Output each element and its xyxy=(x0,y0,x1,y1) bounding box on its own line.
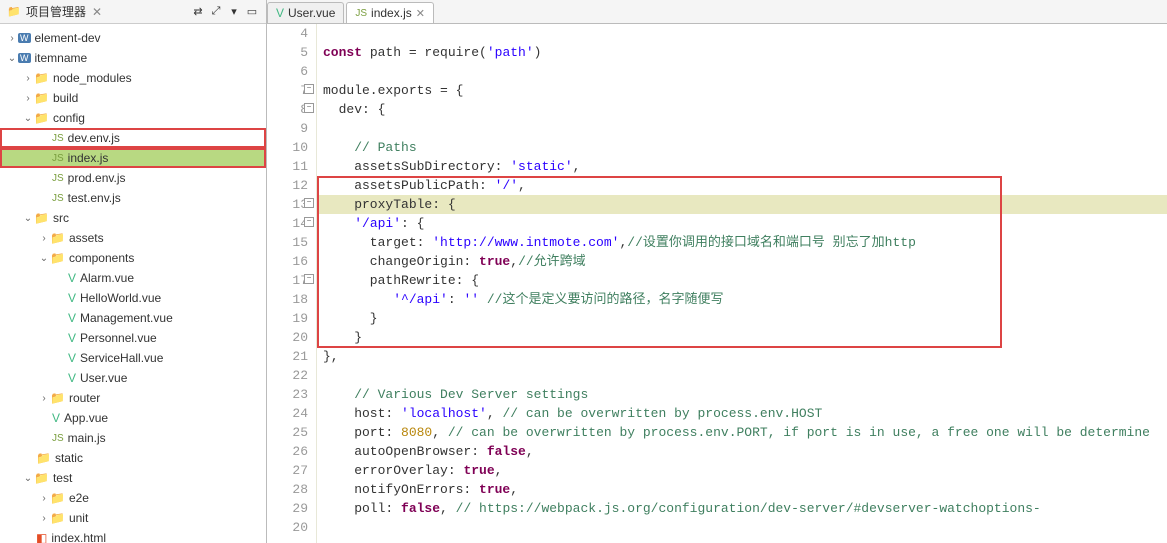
folder-icon: 📁 xyxy=(50,391,65,405)
js-file-icon: JS xyxy=(52,153,64,164)
vue-file-icon: V xyxy=(68,311,76,325)
tree-item-folder[interactable]: ⌄📁components xyxy=(0,248,266,268)
tree-item-file[interactable]: JSprod.env.js xyxy=(0,168,266,188)
js-file-icon: JS xyxy=(355,8,367,19)
fold-icon[interactable]: − xyxy=(304,217,314,227)
tree-item-folder[interactable]: ›📁e2e xyxy=(0,488,266,508)
vue-file-icon: V xyxy=(68,351,76,365)
project-explorer-panel: 📁 项目管理器 ✕ ⇄ ⤢ ▾ ▭ ›Welement-dev ⌄Witemna… xyxy=(0,0,267,543)
folder-icon: 📁 xyxy=(50,251,65,265)
js-file-icon: JS xyxy=(52,193,64,204)
tab-user-vue[interactable]: VUser.vue xyxy=(267,2,344,23)
tree-item-file-selected[interactable]: JSindex.js xyxy=(0,148,266,168)
tree-item-folder[interactable]: ⌄📁src xyxy=(0,208,266,228)
folder-icon: 📁 xyxy=(34,91,49,105)
fold-icon[interactable]: − xyxy=(304,84,314,94)
sidebar-header: 📁 项目管理器 ✕ ⇄ ⤢ ▾ ▭ xyxy=(0,0,266,24)
tree-item-file[interactable]: JStest.env.js xyxy=(0,188,266,208)
tree-item-folder[interactable]: ›📁build xyxy=(0,88,266,108)
js-file-icon: JS xyxy=(52,433,64,444)
vue-file-icon: V xyxy=(276,6,284,20)
tree-item-folder[interactable]: ›📁router xyxy=(0,388,266,408)
folder-icon: 📁 xyxy=(34,471,49,485)
tree-item-folder[interactable]: ›📁assets xyxy=(0,228,266,248)
folder-icon: 📁 xyxy=(50,231,65,245)
js-file-icon: JS xyxy=(52,133,64,144)
minimize-icon[interactable]: ▭ xyxy=(244,4,260,20)
vue-file-icon: V xyxy=(68,291,76,305)
line-gutter: 4 5 6 7− 8− 9 10 11 12 13− 14− 15 16 17−… xyxy=(267,24,317,543)
code-editor[interactable]: 4 5 6 7− 8− 9 10 11 12 13− 14− 15 16 17−… xyxy=(267,24,1167,543)
vue-file-icon: V xyxy=(68,271,76,285)
link-editor-icon[interactable]: ⇄ xyxy=(190,4,206,20)
fold-icon[interactable]: − xyxy=(304,274,314,284)
fold-icon[interactable]: − xyxy=(304,103,314,113)
tree-item-file[interactable]: JSmain.js xyxy=(0,428,266,448)
project-icon: W xyxy=(18,33,31,43)
folder-icon: 📁 xyxy=(36,451,51,465)
tree-item-file[interactable]: VApp.vue xyxy=(0,408,266,428)
project-icon: W xyxy=(18,53,31,63)
close-icon[interactable]: ✕ xyxy=(416,7,425,20)
folder-icon: 📁 xyxy=(34,211,49,225)
sidebar-title: 项目管理器 xyxy=(26,3,86,20)
tree-item-file[interactable]: VAlarm.vue xyxy=(0,268,266,288)
tree-item-file[interactable]: VServiceHall.vue xyxy=(0,348,266,368)
tree-item-file[interactable]: VUser.vue xyxy=(0,368,266,388)
editor-tabs: VUser.vue JSindex.js✕ xyxy=(267,0,1167,24)
tree-item-file[interactable]: VHelloWorld.vue xyxy=(0,288,266,308)
project-explorer-icon: 📁 xyxy=(6,4,22,20)
tree-item-folder[interactable]: 📁static xyxy=(0,448,266,468)
folder-icon: 📁 xyxy=(34,71,49,85)
html-file-icon: ◧ xyxy=(36,531,47,543)
tree-item-project[interactable]: ›Welement-dev xyxy=(0,28,266,48)
tree-item-file[interactable]: VManagement.vue xyxy=(0,308,266,328)
tree-item-folder[interactable]: ⌄📁test xyxy=(0,468,266,488)
tree-item-project[interactable]: ⌄Witemname xyxy=(0,48,266,68)
tree-item-folder[interactable]: ›📁node_modules xyxy=(0,68,266,88)
collapse-icon[interactable]: ⤢ xyxy=(208,4,224,20)
js-file-icon: JS xyxy=(52,173,64,184)
vue-file-icon: V xyxy=(68,371,76,385)
folder-icon: 📁 xyxy=(50,511,65,525)
project-tree[interactable]: ›Welement-dev ⌄Witemname ›📁node_modules … xyxy=(0,24,266,543)
vue-file-icon: V xyxy=(68,331,76,345)
folder-icon: 📁 xyxy=(34,111,49,125)
fold-icon[interactable]: − xyxy=(304,198,314,208)
editor-area: VUser.vue JSindex.js✕ 4 5 6 7− 8− 9 10 1… xyxy=(267,0,1167,543)
tree-item-file[interactable]: ◧index.html xyxy=(0,528,266,543)
tree-item-folder[interactable]: ⌄📁config xyxy=(0,108,266,128)
view-menu-icon[interactable]: ▾ xyxy=(226,4,242,20)
tree-item-file[interactable]: JSdev.env.js xyxy=(0,128,266,148)
code-content[interactable]: const path = require('path') module.expo… xyxy=(317,24,1167,543)
tree-item-file[interactable]: VPersonnel.vue xyxy=(0,328,266,348)
tab-index-js[interactable]: JSindex.js✕ xyxy=(346,2,434,23)
tree-item-folder[interactable]: ›📁unit xyxy=(0,508,266,528)
folder-icon: 📁 xyxy=(50,491,65,505)
vue-file-icon: V xyxy=(52,411,60,425)
close-icon[interactable]: ✕ xyxy=(92,5,102,19)
